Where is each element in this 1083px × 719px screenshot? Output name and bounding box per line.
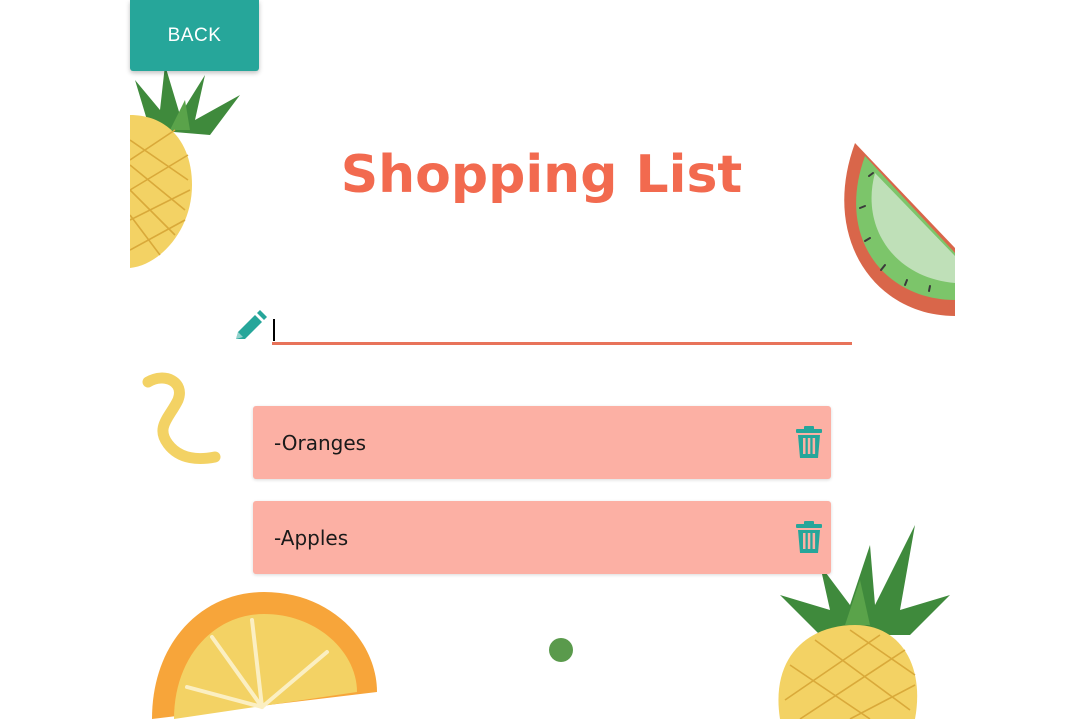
shopping-list-screen: BACK Shopping List -Oranges -Apples: [0, 0, 1083, 719]
list-item: -Apples: [253, 501, 831, 574]
back-button[interactable]: BACK: [130, 0, 259, 71]
shopping-list: -Oranges -Apples: [253, 406, 831, 596]
list-item: -Oranges: [253, 406, 831, 479]
list-item-label: -Oranges: [274, 430, 367, 455]
delete-item-button[interactable]: [795, 425, 823, 459]
new-item-input-row: [232, 308, 852, 348]
delete-item-button[interactable]: [795, 520, 823, 554]
trash-icon: [796, 426, 822, 458]
yellow-squiggle-decoration: [142, 372, 221, 464]
pencil-icon: [236, 310, 267, 339]
trash-icon: [796, 521, 822, 553]
page-title: Shopping List: [340, 145, 743, 205]
orange-slice-illustration: [152, 592, 377, 719]
new-item-input[interactable]: [272, 312, 852, 345]
list-item-label: -Apples: [274, 525, 349, 550]
text-cursor: [273, 319, 275, 341]
green-dot-decoration: [549, 638, 573, 662]
